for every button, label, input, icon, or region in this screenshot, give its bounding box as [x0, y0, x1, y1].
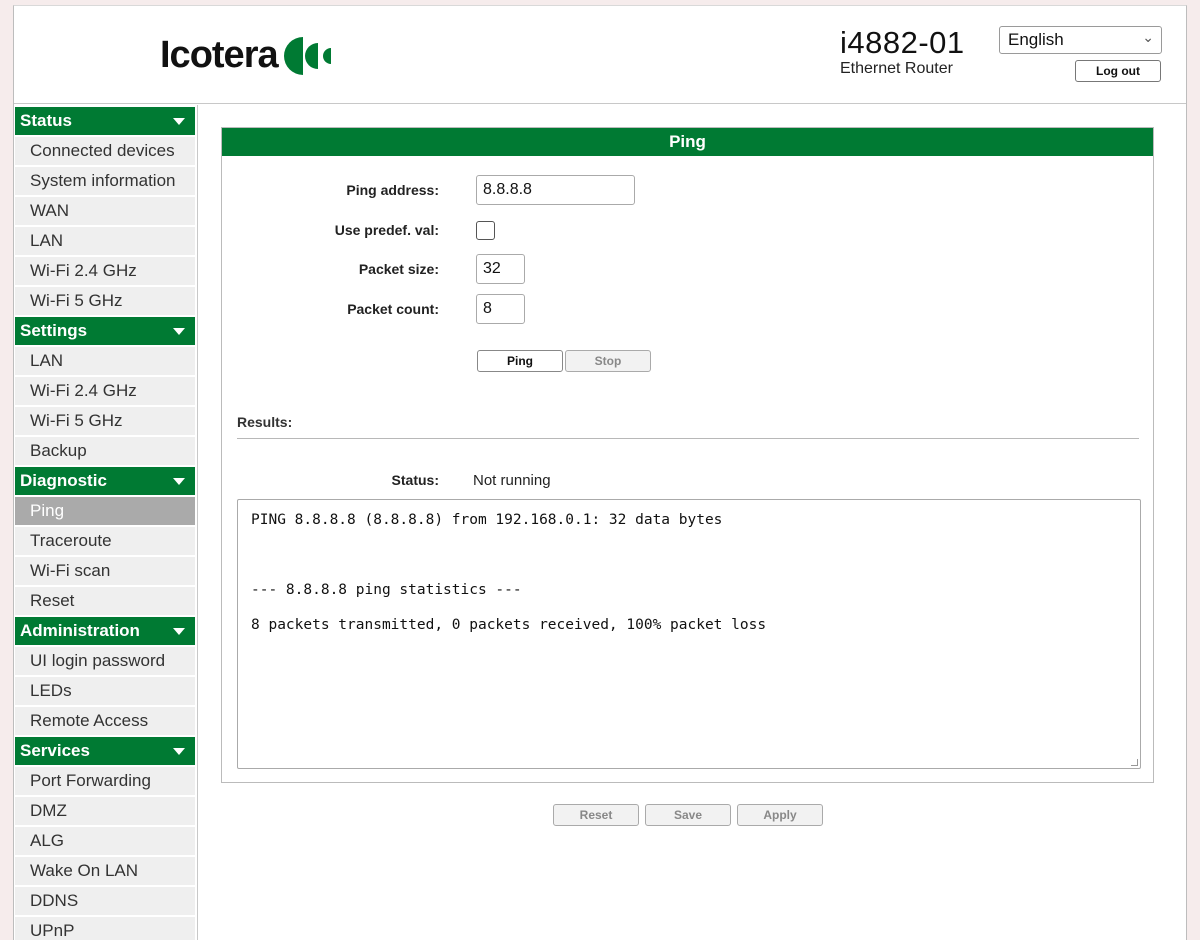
language-select[interactable]: English ⌄	[999, 26, 1162, 54]
ping-output-textarea[interactable]: PING 8.8.8.8 (8.8.8.8) from 192.168.0.1:…	[237, 499, 1141, 769]
panel-title: Ping	[222, 128, 1153, 156]
sidebar-item-ui-login-password[interactable]: UI login password	[15, 647, 195, 675]
sidebar-item-dmz[interactable]: DMZ	[15, 797, 195, 825]
sidebar-item-wifi-24[interactable]: Wi-Fi 2.4 GHz	[15, 257, 195, 285]
sidebar-item-system-information[interactable]: System information	[15, 167, 195, 195]
sidebar-section-diagnostic[interactable]: Diagnostic	[15, 467, 195, 495]
sidebar-item-connected-devices[interactable]: Connected devices	[15, 137, 195, 165]
sidebar-item-upnp[interactable]: UPnP	[15, 917, 195, 940]
resize-handle[interactable]	[1131, 759, 1138, 766]
logo-text: Icotera	[160, 34, 279, 76]
output-line: 8 packets transmitted, 0 packets receive…	[251, 617, 767, 633]
router-ui-frame: Icotera i4882-01 Ethernet Router English…	[13, 5, 1187, 940]
results-divider	[237, 438, 1139, 439]
sidebar-item-remote-access[interactable]: Remote Access	[15, 707, 195, 735]
sidebar-item-backup[interactable]: Backup	[15, 437, 195, 465]
sidebar-item-wifi-scan[interactable]: Wi-Fi scan	[15, 557, 195, 585]
model-subtitle: Ethernet Router	[840, 60, 953, 77]
sidebar-section-services[interactable]: Services	[15, 737, 195, 765]
status-value: Not running	[473, 472, 551, 489]
stop-button[interactable]: Stop	[565, 350, 651, 372]
model-name: i4882-01	[840, 25, 965, 60]
sidebar-item-ping[interactable]: Ping	[15, 497, 195, 525]
language-value: English	[1008, 30, 1064, 49]
sidebar-section-status[interactable]: Status	[15, 107, 195, 135]
ping-address-input[interactable]: 8.8.8.8	[476, 175, 635, 205]
sidebar-item-reset[interactable]: Reset	[15, 587, 195, 615]
triangle-down-icon	[173, 478, 185, 485]
output-line: PING 8.8.8.8 (8.8.8.8) from 192.168.0.1:…	[251, 512, 723, 528]
header: Icotera i4882-01 Ethernet Router English…	[14, 6, 1186, 104]
ping-panel: Ping Ping address: 8.8.8.8 Use predef. v…	[221, 127, 1154, 783]
sidebar-item-traceroute[interactable]: Traceroute	[15, 527, 195, 555]
sidebar-item-lan[interactable]: LAN	[15, 227, 195, 255]
logo-mark-icon	[283, 36, 331, 75]
ping-address-label: Ping address:	[346, 182, 439, 198]
sidebar-item-alg[interactable]: ALG	[15, 827, 195, 855]
logo: Icotera	[160, 34, 340, 77]
results-label: Results:	[237, 414, 293, 430]
triangle-down-icon	[173, 748, 185, 755]
output-line: --- 8.8.8.8 ping statistics ---	[251, 582, 522, 598]
triangle-down-icon	[173, 328, 185, 335]
sidebar-item-wake-on-lan[interactable]: Wake On LAN	[15, 857, 195, 885]
use-predef-checkbox[interactable]	[476, 221, 495, 240]
sidebar-item-wifi-5[interactable]: Wi-Fi 5 GHz	[15, 287, 195, 315]
packet-count-label: Packet count:	[347, 301, 439, 317]
status-label: Status:	[391, 472, 439, 488]
save-button[interactable]: Save	[645, 804, 731, 826]
logout-button[interactable]: Log out	[1075, 60, 1161, 82]
triangle-down-icon	[173, 628, 185, 635]
sidebar-section-settings[interactable]: Settings	[15, 317, 195, 345]
packet-size-input[interactable]: 32	[476, 254, 525, 284]
packet-count-input[interactable]: 8	[476, 294, 525, 324]
apply-button[interactable]: Apply	[737, 804, 823, 826]
sidebar-item-wan[interactable]: WAN	[15, 197, 195, 225]
sidebar-item-port-forwarding[interactable]: Port Forwarding	[15, 767, 195, 795]
sidebar-section-administration[interactable]: Administration	[15, 617, 195, 645]
sidebar-item-leds[interactable]: LEDs	[15, 677, 195, 705]
sidebar-item-settings-wifi-24[interactable]: Wi-Fi 2.4 GHz	[15, 377, 195, 405]
sidebar-item-ddns[interactable]: DDNS	[15, 887, 195, 915]
triangle-down-icon	[173, 118, 185, 125]
reset-button[interactable]: Reset	[553, 804, 639, 826]
chevron-down-icon: ⌄	[1142, 29, 1154, 45]
sidebar-item-settings-wifi-5[interactable]: Wi-Fi 5 GHz	[15, 407, 195, 435]
ping-button[interactable]: Ping	[477, 350, 563, 372]
use-predef-label: Use predef. val:	[334, 222, 439, 238]
sidebar: Status Connected devices System informat…	[14, 105, 198, 940]
packet-size-label: Packet size:	[358, 261, 439, 277]
sidebar-item-settings-lan[interactable]: LAN	[15, 347, 195, 375]
